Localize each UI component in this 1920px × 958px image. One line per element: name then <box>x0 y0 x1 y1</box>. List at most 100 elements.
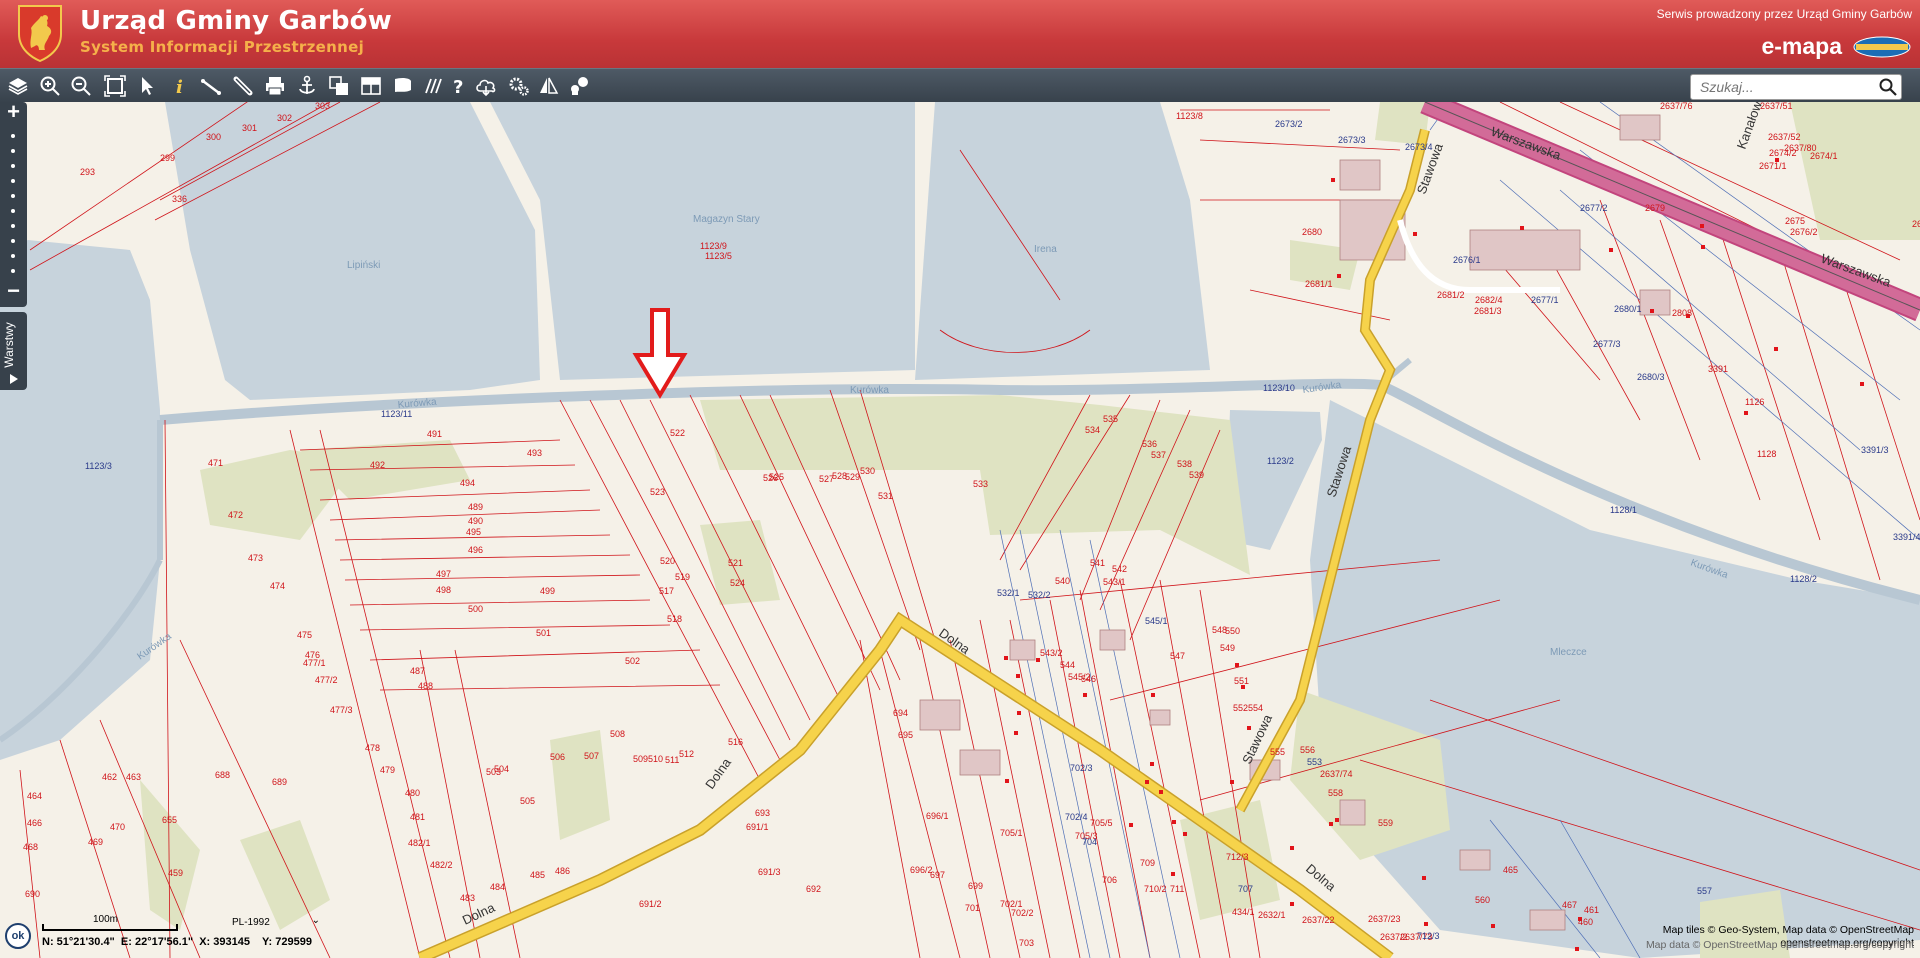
parcel-label: 494 <box>460 478 475 488</box>
parcel-label: 2637/23 <box>1368 914 1401 924</box>
zoom-track[interactable] <box>0 126 27 276</box>
parcel-label: 336 <box>172 194 187 204</box>
parcel-label: 482/2 <box>430 860 453 870</box>
address-marker <box>1230 780 1234 784</box>
parcel-label: 699 <box>968 881 983 891</box>
window-icon[interactable] <box>389 72 417 100</box>
select-area-icon[interactable] <box>325 72 353 100</box>
parcel-label: 534 <box>1085 425 1100 435</box>
parcel-number-label: 2673/4 <box>1405 142 1433 152</box>
parcel-label: 560 <box>1475 895 1490 905</box>
parcel-label: 293 <box>80 167 95 177</box>
parcel-label: 2678 <box>1912 219 1920 229</box>
parcel-label: 478 <box>365 743 380 753</box>
layers-panel-toggle[interactable]: Warstwy <box>0 312 27 390</box>
parcel-label: 461 <box>1584 905 1599 915</box>
parcel-label: 2637/76 <box>1660 102 1693 111</box>
parcel-label: 710/2 <box>1144 884 1167 894</box>
markers-icon[interactable] <box>535 72 563 100</box>
parcel-number-label: 3391/3 <box>1861 445 1889 455</box>
table-icon[interactable] <box>357 72 385 100</box>
zoom-out-button[interactable]: − <box>0 278 27 304</box>
parcel-label: 542 <box>1112 564 1127 574</box>
ok-button[interactable]: ok <box>5 923 31 949</box>
parcel-label: 465 <box>1503 865 1518 875</box>
parcel-label: 558 <box>1328 788 1343 798</box>
zoom-in-icon[interactable] <box>36 72 64 100</box>
parcel-label: 479 <box>380 765 395 775</box>
water-label: Kurówka <box>850 385 889 396</box>
parcel-label: 434/1 <box>1232 907 1255 917</box>
address-marker <box>1290 846 1294 850</box>
parcel-number-label: 1128/2 <box>1790 574 1817 584</box>
parcel-label: 492 <box>370 460 385 470</box>
parcel-label: 477/3 <box>330 705 353 715</box>
parcel-label: 551 <box>1234 676 1249 686</box>
parcel-label: 511 <box>665 755 679 765</box>
parcel-label: 483 <box>460 893 475 903</box>
parcel-label: 466 <box>27 818 42 828</box>
search-icon[interactable] <box>1878 77 1898 97</box>
full-extent-icon[interactable] <box>101 72 129 100</box>
comment-icon[interactable] <box>566 72 594 100</box>
longitude: E: 22°17'56.1" <box>120 936 194 948</box>
settings-icon[interactable] <box>505 72 533 100</box>
parcel-label: 694 <box>893 708 908 718</box>
parcel-label: 711 <box>1170 884 1184 894</box>
map-canvas[interactable]: LipińskiMagazyn StaryIrenaKurówkaKurówka… <box>0 102 1920 958</box>
parcel-number-label: 702/4 <box>1065 812 1088 822</box>
globe-logo-icon <box>1853 36 1911 58</box>
cloud-icon[interactable] <box>472 72 500 100</box>
parcel-number-label: 3391/4 <box>1893 532 1920 542</box>
parcel-label: 709 <box>1140 858 1155 868</box>
parcel-label: 519 <box>675 572 690 582</box>
parcel-label: 471 <box>208 458 223 468</box>
crs-select[interactable]: PL-1992 ⌄ <box>232 915 322 931</box>
layers-icon[interactable] <box>4 72 32 100</box>
address-marker <box>1171 872 1175 876</box>
parcel-label: 2632/1 <box>1258 910 1286 920</box>
link-icon[interactable] <box>229 72 257 100</box>
parcel-label: 543/1 <box>1103 577 1126 587</box>
parcel-label: 2674/2 <box>1769 148 1797 158</box>
parcel-label: 485 <box>530 870 545 880</box>
parcel-label: 522 <box>670 428 685 438</box>
parcel-label: 488 <box>418 681 433 691</box>
parcel-number-label: 532/2 <box>1028 590 1051 600</box>
help-icon[interactable]: ? <box>445 72 473 100</box>
zoom-slider: + − <box>0 99 27 307</box>
anchor-icon[interactable] <box>293 72 321 100</box>
print-icon[interactable] <box>261 72 289 100</box>
parcel-label: 487 <box>410 666 425 676</box>
parcel-label: 535 <box>1103 414 1118 424</box>
parcel-label: 467 <box>1562 900 1577 910</box>
zoom-in-button[interactable]: + <box>0 99 27 125</box>
address-marker <box>1145 780 1149 784</box>
address-marker <box>1575 947 1579 951</box>
address-marker <box>1774 347 1778 351</box>
pointer-icon[interactable] <box>133 72 161 100</box>
parcel-label: 477/2 <box>315 675 338 685</box>
parcel-label: 2676/2 <box>1790 227 1818 237</box>
info-icon[interactable]: i <box>165 72 193 100</box>
measure-distance-icon[interactable] <box>197 72 225 100</box>
zoom-out-icon[interactable] <box>67 72 95 100</box>
parcel-number-label: 553 <box>1307 757 1322 767</box>
attribution-line-1: Map tiles © Geo-System, Map data © OpenS… <box>1662 924 1914 936</box>
hatch-icon[interactable] <box>420 72 448 100</box>
parcel-label: 520 <box>660 556 675 566</box>
search-input[interactable] <box>1698 75 1882 99</box>
address-marker <box>1017 711 1021 715</box>
parcel-label: 2681/2 <box>1437 290 1465 300</box>
parcel-label: 550 <box>1225 626 1240 636</box>
address-marker <box>1744 411 1748 415</box>
parcel-label: 552 <box>1233 703 1248 713</box>
parcel-label: 475 <box>297 630 312 640</box>
address-marker <box>1701 245 1705 249</box>
address-marker <box>1860 382 1864 386</box>
parcel-number-label: 2680/1 <box>1614 304 1642 314</box>
address-marker <box>1413 232 1417 236</box>
water-label: Magazyn Stary <box>693 214 760 225</box>
address-marker <box>1183 832 1187 836</box>
parcel-label: 2681/1 <box>1305 279 1333 289</box>
